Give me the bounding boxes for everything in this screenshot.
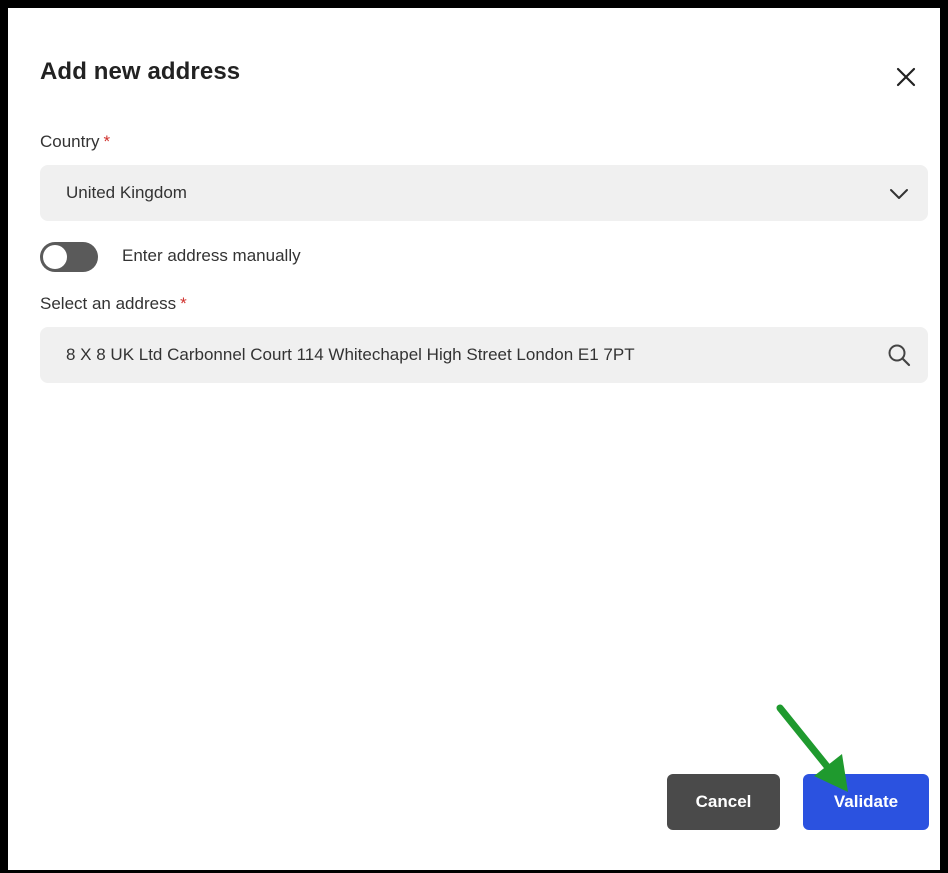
country-select-value: United Kingdom	[66, 183, 187, 202]
address-search-field[interactable]: 8 X 8 UK Ltd Carbonnel Court 114 Whitech…	[40, 327, 928, 383]
cancel-button[interactable]: Cancel	[667, 774, 780, 830]
close-icon[interactable]	[892, 63, 920, 91]
toggle-knob	[43, 245, 67, 269]
country-select[interactable]: United Kingdom	[40, 165, 928, 221]
search-icon[interactable]	[886, 342, 912, 368]
chevron-down-icon	[890, 189, 908, 199]
country-label: Country *	[40, 132, 110, 152]
required-mark: *	[103, 132, 111, 151]
country-label-text: Country	[40, 132, 100, 151]
enter-address-manually-toggle[interactable]	[40, 242, 98, 272]
dialog-title: Add new address	[40, 58, 241, 85]
address-label: Select an address *	[40, 294, 187, 314]
arrow-icon	[776, 704, 848, 792]
enter-address-manually-label: Enter address manually	[122, 246, 301, 265]
address-search-value: 8 X 8 UK Ltd Carbonnel Court 114 Whitech…	[66, 345, 635, 364]
address-label-text: Select an address	[40, 294, 177, 313]
required-mark: *	[180, 294, 187, 313]
add-address-dialog: Add new address Country * United Kingdom …	[8, 8, 940, 870]
